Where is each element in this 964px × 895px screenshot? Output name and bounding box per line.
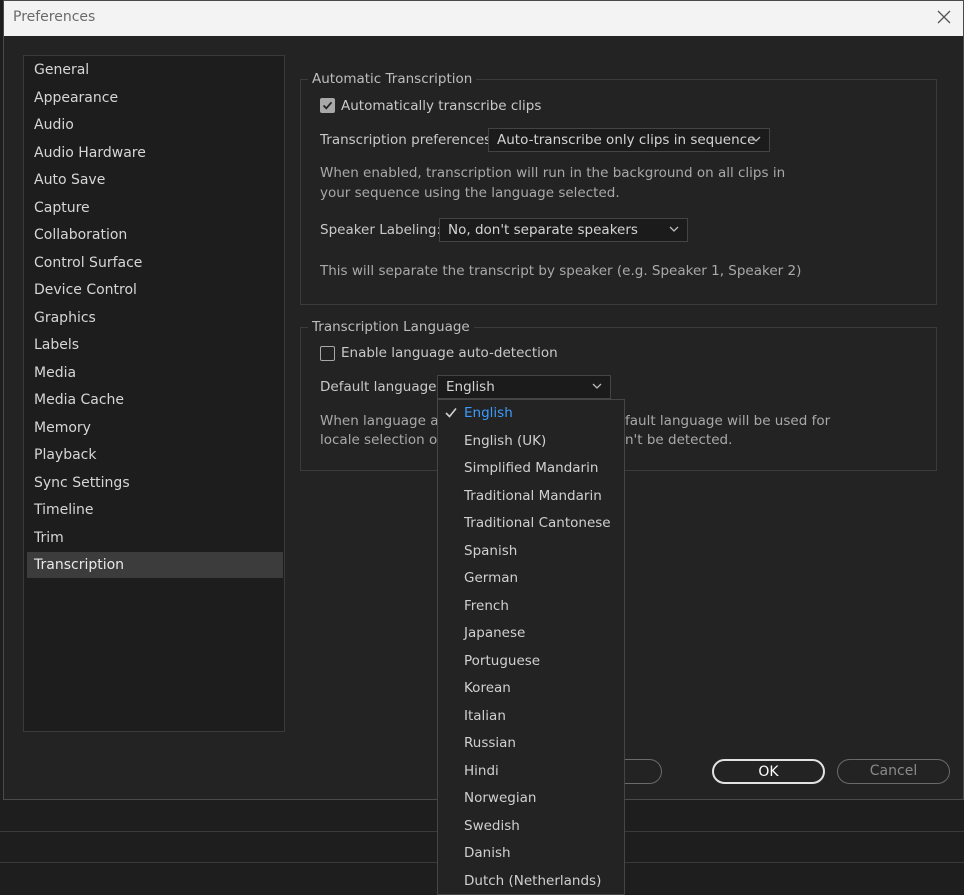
language-option-label: Japanese xyxy=(464,625,526,641)
transcription-preferences-label: Transcription preferences: xyxy=(320,132,496,148)
sidebar-item-appearance[interactable]: Appearance xyxy=(27,85,283,111)
language-option-label: French xyxy=(464,597,509,614)
language-option-label: Traditional Mandarin xyxy=(464,487,602,504)
default-language-dropdown: English English (UK) Simplified Mandarin Tr… xyxy=(437,399,625,895)
language-option-label: Hindi xyxy=(464,762,499,779)
title-bar: Preferences xyxy=(4,1,963,36)
language-option-danish[interactable]: Danish xyxy=(438,840,624,867)
language-option-label: Simplified Mandarin xyxy=(464,460,599,476)
language-option-label: Danish xyxy=(464,845,511,861)
sidebar-item-media[interactable]: Media xyxy=(27,360,283,386)
language-option-hindi[interactable]: Hindi xyxy=(438,758,624,785)
language-option-swedish[interactable]: Swedish xyxy=(438,813,624,840)
chevron-down-icon xyxy=(592,383,602,389)
language-option-dutch-netherlands[interactable]: Dutch (Netherlands) xyxy=(438,868,624,895)
language-option-traditional-cantonese[interactable]: Traditional Cantonese xyxy=(438,510,624,537)
sidebar-item-media-cache[interactable]: Media Cache xyxy=(27,387,283,413)
transcription-preferences-description: When enabled, transcription will run in … xyxy=(320,165,786,201)
language-option-label: Korean xyxy=(464,680,511,696)
speaker-labeling-select[interactable]: No, don't separate speakers xyxy=(439,218,688,242)
language-option-label: English xyxy=(464,405,513,421)
language-option-portuguese[interactable]: Portuguese xyxy=(438,648,624,675)
transcription-preferences-select[interactable]: Auto-transcribe only clips in sequence xyxy=(488,128,770,152)
language-option-label: Dutch (Netherlands) xyxy=(464,872,602,889)
auto-transcribe-checkbox[interactable] xyxy=(320,98,335,113)
language-option-label: Portuguese xyxy=(464,652,541,669)
default-language-label: Default language: xyxy=(320,379,442,395)
language-option-french[interactable]: French xyxy=(438,593,624,620)
language-description-line2-right: n't be detected. xyxy=(625,432,733,448)
language-option-spanish[interactable]: Spanish xyxy=(438,538,624,565)
language-option-label: German xyxy=(464,570,519,586)
sidebar-item-auto-save[interactable]: Auto Save xyxy=(27,167,283,193)
language-option-korean[interactable]: Korean xyxy=(438,675,624,702)
language-option-label: Traditional Cantonese xyxy=(464,515,611,531)
sidebar-item-sync-settings[interactable]: Sync Settings xyxy=(27,470,283,496)
language-option-russian[interactable]: Russian xyxy=(438,730,624,757)
preferences-sidebar: General Appearance Audio Audio Hardware Auto… xyxy=(23,55,285,732)
language-option-german[interactable]: German xyxy=(438,565,624,592)
window-title: Preferences xyxy=(13,9,96,25)
sidebar-item-timeline[interactable]: Timeline xyxy=(27,497,283,523)
language-autodetect-checkbox[interactable] xyxy=(320,346,335,361)
transcription-language-heading: Transcription Language xyxy=(308,319,474,335)
cancel-button[interactable]: Cancel xyxy=(837,759,950,784)
language-option-simplified-mandarin[interactable]: Simplified Mandarin xyxy=(438,455,624,482)
language-option-traditional-mandarin[interactable]: Traditional Mandarin xyxy=(438,483,624,510)
language-option-label: Spanish xyxy=(464,542,518,559)
language-option-label: Italian xyxy=(464,707,506,724)
language-option-japanese[interactable]: Japanese xyxy=(438,620,624,647)
language-option-label: English (UK) xyxy=(464,432,547,449)
checkmark-icon xyxy=(445,407,457,418)
sidebar-item-playback[interactable]: Playback xyxy=(27,442,283,468)
sidebar-item-labels[interactable]: Labels xyxy=(27,332,283,358)
language-description-line1-left: When language aut xyxy=(320,413,453,429)
language-description-line2-left: locale selection or xyxy=(320,432,443,448)
sidebar-item-audio[interactable]: Audio xyxy=(27,112,283,138)
language-autodetect-label: Enable language auto-detection xyxy=(341,345,558,361)
sidebar-item-trim[interactable]: Trim xyxy=(27,525,283,551)
speaker-labeling-description: This will separate the transcript by spe… xyxy=(320,263,802,279)
language-option-english[interactable]: English xyxy=(438,400,624,427)
speaker-labeling-label: Speaker Labeling: xyxy=(320,222,442,238)
language-description-line1-right: fault language will be used for xyxy=(625,413,831,429)
language-option-english-uk[interactable]: English (UK) xyxy=(438,428,624,455)
chevron-down-icon xyxy=(669,226,679,232)
sidebar-item-transcription[interactable]: Transcription xyxy=(27,552,283,578)
language-option-norwegian[interactable]: Norwegian xyxy=(438,785,624,812)
speaker-labeling-value: No, don't separate speakers xyxy=(448,222,638,238)
default-language-value: English xyxy=(446,379,495,395)
sidebar-item-audio-hardware[interactable]: Audio Hardware xyxy=(27,140,283,166)
close-icon[interactable] xyxy=(935,8,953,26)
transcription-preferences-value: Auto-transcribe only clips in sequence xyxy=(497,132,756,148)
ok-button[interactable]: OK xyxy=(712,759,825,784)
sidebar-item-collaboration[interactable]: Collaboration xyxy=(27,222,283,248)
checkmark-icon xyxy=(322,101,333,110)
language-option-label: Norwegian xyxy=(464,790,537,806)
sidebar-item-capture[interactable]: Capture xyxy=(27,195,283,221)
language-option-label: Swedish xyxy=(464,817,520,834)
sidebar-item-memory[interactable]: Memory xyxy=(27,415,283,441)
language-option-italian[interactable]: Italian xyxy=(438,703,624,730)
sidebar-item-general[interactable]: General xyxy=(27,57,283,83)
sidebar-item-device-control[interactable]: Device Control xyxy=(27,277,283,303)
auto-transcribe-label: Automatically transcribe clips xyxy=(341,98,542,114)
sidebar-item-control-surface[interactable]: Control Surface xyxy=(27,250,283,276)
default-language-select[interactable]: English xyxy=(437,375,611,399)
sidebar-item-graphics[interactable]: Graphics xyxy=(27,305,283,331)
language-option-label: Russian xyxy=(464,735,516,751)
chevron-down-icon xyxy=(751,136,761,142)
automatic-transcription-heading: Automatic Transcription xyxy=(308,71,477,87)
